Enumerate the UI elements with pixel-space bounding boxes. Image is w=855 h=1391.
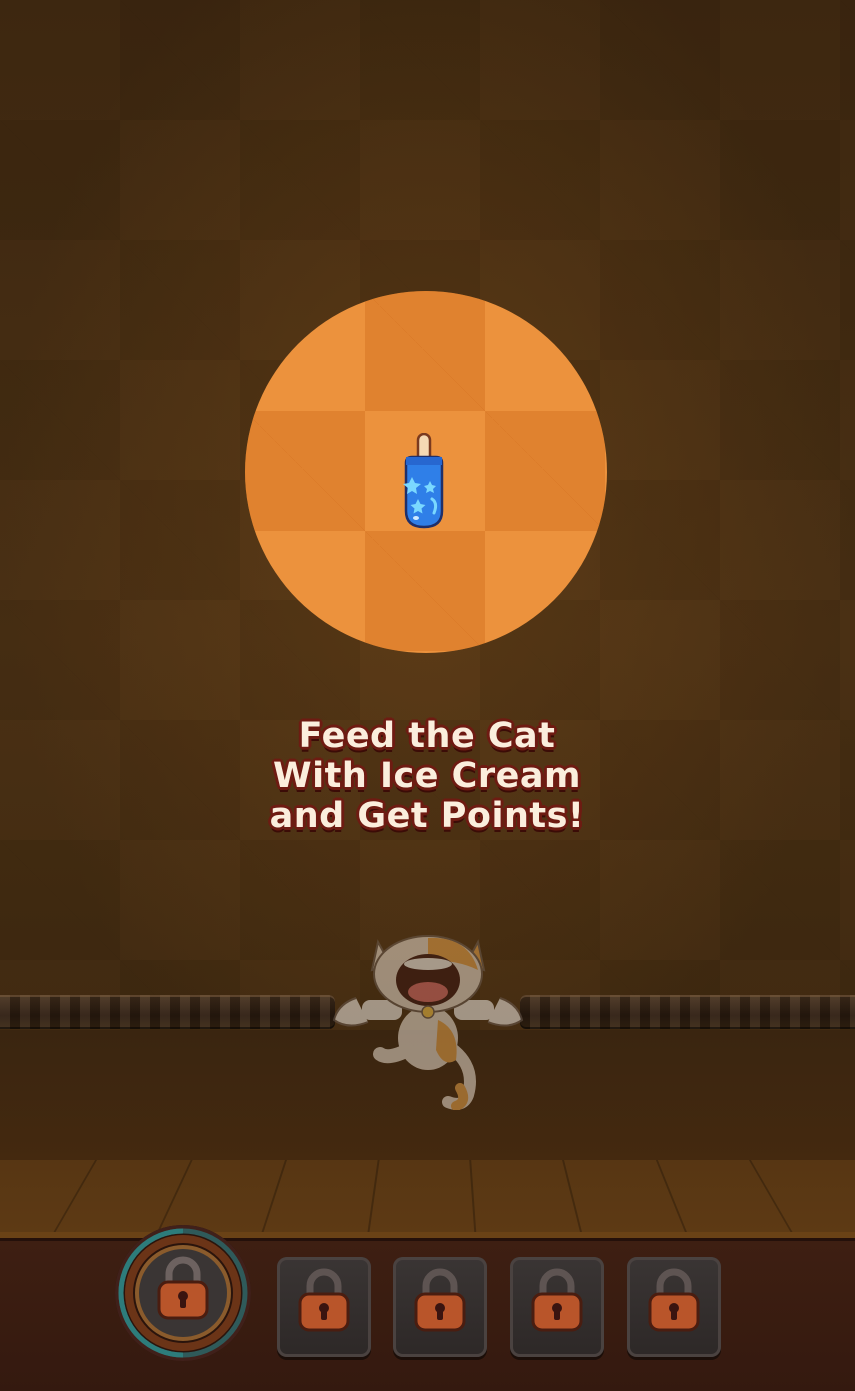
instruction-line-1: Feed the Cat: [298, 716, 556, 756]
lock-icon: [157, 1256, 209, 1320]
game-scene: Feed the Cat With Ice Cream and Get Poin…: [0, 0, 855, 1391]
rail-right: [520, 995, 855, 1029]
cat-character[interactable]: [328, 930, 528, 1110]
lock-icon: [648, 1268, 700, 1332]
instruction-line-2: With Ice Cream: [273, 756, 581, 796]
instruction-line-3: and Get Points!: [269, 796, 585, 836]
rail-left: [0, 995, 335, 1029]
lock-icon: [414, 1268, 466, 1332]
tutorial-instruction: Feed the Cat With Ice Cream and Get Poin…: [227, 716, 627, 836]
lock-icon: [531, 1268, 583, 1332]
ice-cream-popsicle[interactable]: [400, 433, 448, 531]
lock-icon: [298, 1268, 350, 1332]
